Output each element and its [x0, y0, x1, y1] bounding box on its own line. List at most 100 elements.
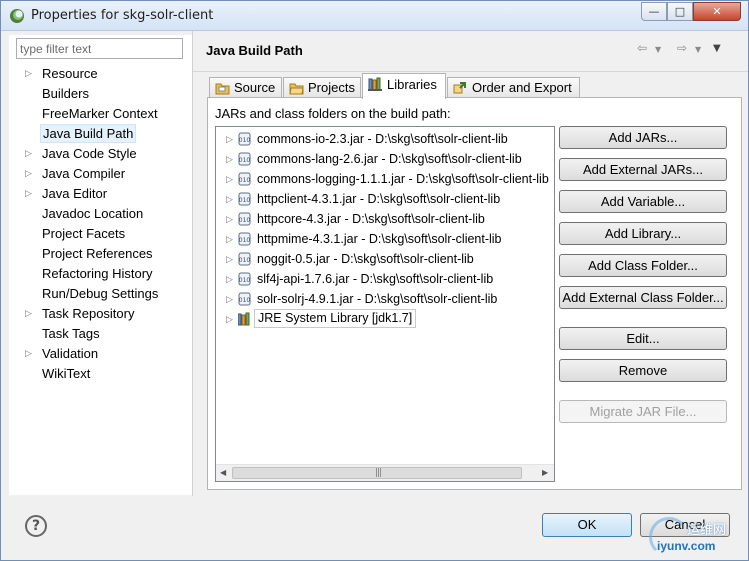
remove-button[interactable]: Remove — [559, 359, 727, 382]
expand-arrow-icon[interactable]: ▷ — [226, 289, 233, 309]
sidebar-item[interactable]: Project Facets — [9, 224, 192, 243]
sidebar-item[interactable]: Refactoring History — [9, 264, 192, 283]
filter-input[interactable] — [16, 38, 183, 59]
edit-button[interactable]: Edit... — [559, 327, 727, 350]
sidebar-item-label: Project References — [42, 246, 153, 261]
sidebar-item[interactable]: Run/Debug Settings — [9, 284, 192, 303]
library-list[interactable]: ▷ 010 commons-io-2.3.jar - D:\skg\soft\sol… — [215, 126, 555, 482]
jar-row[interactable]: ▷ 010 noggit-0.5.jar - D:\skg\soft\solr-cl… — [216, 249, 554, 269]
jar-icon: 010 — [238, 152, 251, 166]
svg-text:010: 010 — [239, 277, 251, 284]
sidebar-item[interactable]: Java Build Path — [9, 124, 192, 143]
tab-libraries-label: Libraries — [387, 77, 437, 92]
jar-row[interactable]: ▷ 010 slf4j-api-1.7.6.jar - D:\skg\soft\so… — [216, 269, 554, 289]
expand-arrow-icon[interactable]: ▷ — [25, 304, 35, 323]
add-external-jars-button[interactable]: Add External JARs... — [559, 158, 727, 181]
svg-text:010: 010 — [239, 177, 251, 184]
sidebar-item-label: Refactoring History — [42, 266, 153, 281]
horizontal-scrollbar[interactable]: ◀ ||| ▶ — [216, 464, 554, 481]
jar-row[interactable]: ▷ 010 httpclient-4.3.1.jar - D:\skg\soft\s… — [216, 189, 554, 209]
expand-arrow-icon[interactable]: ▷ — [226, 249, 233, 269]
jre-library-row[interactable]: ▷ JRE System Library [jdk1.7] — [216, 309, 554, 329]
sidebar-item[interactable]: Builders — [9, 84, 192, 103]
expand-arrow-icon[interactable]: ▷ — [25, 344, 35, 363]
back-arrow-icon[interactable]: ⇦ — [637, 41, 647, 55]
sidebar-item-label: FreeMarker Context — [42, 106, 158, 121]
sidebar-item-label: Run/Debug Settings — [42, 286, 159, 301]
jar-row[interactable]: ▷ 010 commons-io-2.3.jar - D:\skg\soft\sol… — [216, 129, 554, 149]
scroll-left-icon[interactable]: ◀ — [220, 468, 226, 477]
library-entry-label: noggit-0.5.jar - D:\skg\soft\solr-client… — [257, 252, 474, 266]
watermark-text-cn: 运维网 — [687, 523, 727, 538]
jar-icon: 010 — [238, 252, 251, 266]
tab-order-and-export[interactable]: Order and Export — [447, 77, 580, 98]
view-menu-icon[interactable]: ▼ — [713, 43, 721, 54]
sidebar-item[interactable]: ▷ Validation — [9, 344, 192, 363]
migrate-jar-button: Migrate JAR File... — [559, 400, 727, 423]
close-button[interactable]: ✕ — [693, 2, 741, 21]
svg-text:010: 010 — [239, 217, 251, 224]
jar-row[interactable]: ▷ 010 commons-lang-2.6.jar - D:\skg\soft\s… — [216, 149, 554, 169]
property-page: Java Build Path ⇦ ▼ ⇨ ▼ ▼ Source Project… — [193, 32, 748, 496]
sidebar-item[interactable]: Task Tags — [9, 324, 192, 343]
svg-text:010: 010 — [239, 157, 251, 164]
sidebar-item[interactable]: ▷ Resource — [9, 64, 192, 83]
expand-arrow-icon[interactable]: ▷ — [226, 269, 233, 289]
sidebar-item[interactable]: ▷ Task Repository — [9, 304, 192, 323]
expand-arrow-icon[interactable]: ▷ — [25, 64, 35, 83]
scrollbar-thumb[interactable]: ||| — [232, 467, 522, 479]
forward-menu-chevron-icon[interactable]: ▼ — [695, 45, 701, 54]
jar-row[interactable]: ▷ 010 httpmime-4.3.1.jar - D:\skg\soft\sol… — [216, 229, 554, 249]
scroll-right-icon[interactable]: ▶ — [542, 468, 548, 477]
add-library-button[interactable]: Add Library... — [559, 222, 727, 245]
jar-row[interactable]: ▷ 010 commons-logging-1.1.1.jar - D:\skg\s… — [216, 169, 554, 189]
sidebar-item-label: Java Compiler — [42, 166, 126, 181]
maximize-button[interactable]: □ — [667, 2, 693, 21]
expand-arrow-icon[interactable]: ▷ — [226, 149, 233, 169]
tab-order-and-export-label: Order and Export — [472, 80, 572, 95]
sidebar-item[interactable]: ▷ Java Editor — [9, 184, 192, 203]
expand-arrow-icon[interactable]: ▷ — [226, 189, 233, 209]
sidebar-item[interactable]: WikiText — [9, 364, 192, 383]
scroll-grip-icon: ||| — [375, 468, 382, 478]
jar-row[interactable]: ▷ 010 solr-solrj-4.9.1.jar - D:\skg\soft\s… — [216, 289, 554, 309]
watermark-text-url: iyunv.com — [657, 539, 716, 553]
minimize-button[interactable]: — — [641, 2, 667, 21]
title-bar[interactable]: Properties for skg-solr-client — □ ✕ — [1, 1, 748, 31]
expand-arrow-icon[interactable]: ▷ — [226, 169, 233, 189]
svg-text:010: 010 — [239, 297, 251, 304]
add-jars-button[interactable]: Add JARs... — [559, 126, 727, 149]
back-menu-chevron-icon[interactable]: ▼ — [655, 45, 661, 54]
expand-arrow-icon[interactable]: ▷ — [226, 309, 233, 329]
tab-source[interactable]: Source — [209, 77, 282, 98]
help-icon[interactable]: ? — [25, 515, 47, 537]
jar-icon: 010 — [238, 212, 251, 226]
jar-row[interactable]: ▷ 010 httpcore-4.3.jar - D:\skg\soft\solr-… — [216, 209, 554, 229]
ok-button[interactable]: OK — [542, 513, 632, 537]
add-class-folder-button[interactable]: Add Class Folder... — [559, 254, 727, 277]
sidebar-item[interactable]: Javadoc Location — [9, 204, 192, 223]
svg-text:010: 010 — [239, 137, 251, 144]
expand-arrow-icon[interactable]: ▷ — [226, 229, 233, 249]
expand-arrow-icon[interactable]: ▷ — [25, 164, 35, 183]
sidebar-item-label: Java Editor — [42, 186, 108, 201]
sidebar-item-label: Java Code Style — [42, 146, 137, 161]
add-variable-button[interactable]: Add Variable... — [559, 190, 727, 213]
sidebar-item-label: Task Repository — [42, 306, 135, 321]
tab-projects[interactable]: Projects — [283, 77, 361, 98]
forward-arrow-icon[interactable]: ⇨ — [677, 41, 687, 55]
projects-folder-icon — [289, 83, 304, 95]
sidebar-item[interactable]: ▷ Java Compiler — [9, 164, 192, 183]
expand-arrow-icon[interactable]: ▷ — [226, 129, 233, 149]
expand-arrow-icon[interactable]: ▷ — [226, 209, 233, 229]
libraries-label: JARs and class folders on the build path… — [215, 106, 451, 121]
tab-libraries[interactable]: Libraries — [362, 73, 446, 99]
sidebar-item[interactable]: ▷ Java Code Style — [9, 144, 192, 163]
sidebar-item[interactable]: Project References — [9, 244, 192, 263]
add-external-class-folder-button[interactable]: Add External Class Folder... — [559, 286, 727, 309]
expand-arrow-icon[interactable]: ▷ — [25, 144, 35, 163]
expand-arrow-icon[interactable]: ▷ — [25, 184, 35, 203]
library-entry-label: JRE System Library [jdk1.7] — [254, 309, 417, 328]
library-icon — [238, 312, 250, 326]
sidebar-item[interactable]: FreeMarker Context — [9, 104, 192, 123]
